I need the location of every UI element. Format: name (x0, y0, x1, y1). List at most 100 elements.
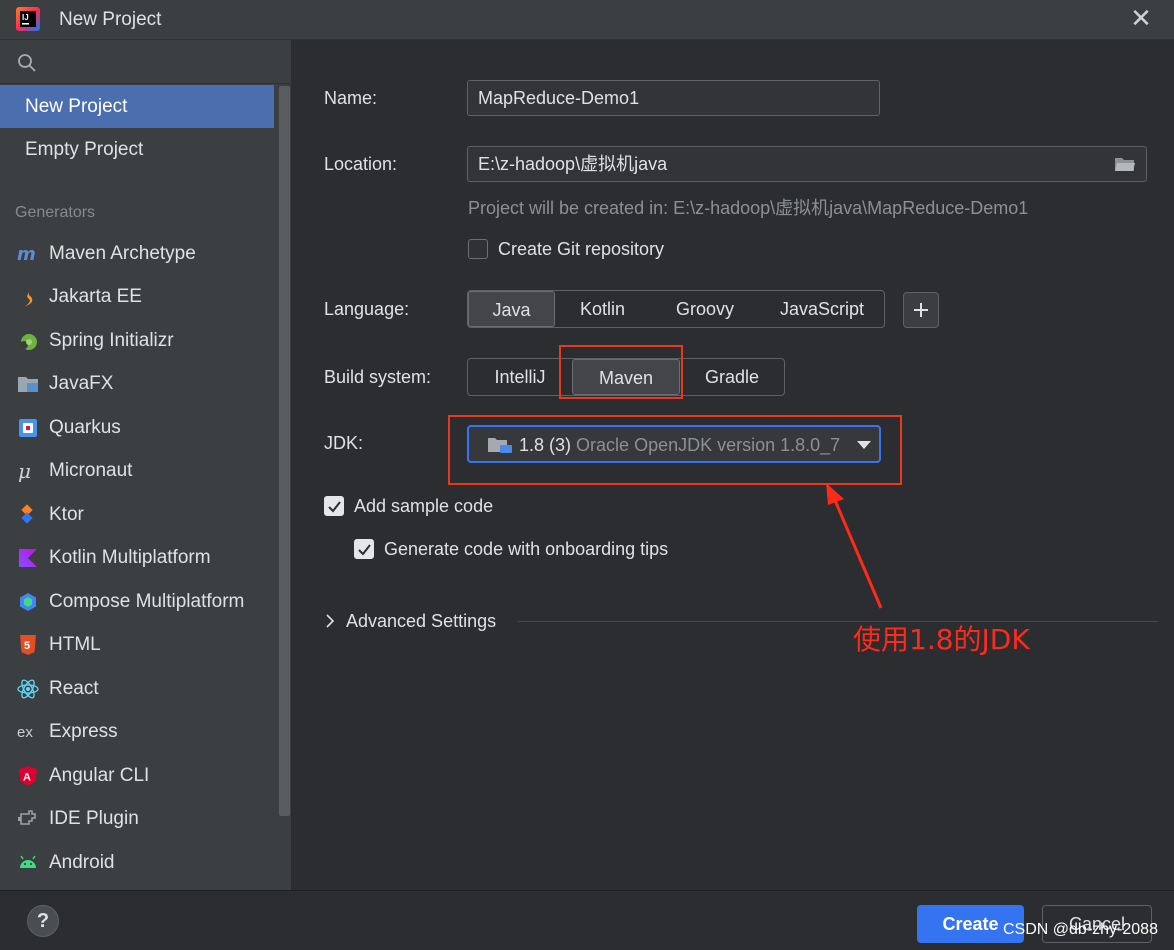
generator-ktor[interactable]: Ktor (0, 495, 274, 535)
jakarta-icon (25, 288, 33, 306)
language-label: Language: (324, 299, 410, 319)
advanced-divider (518, 621, 1158, 622)
location-label: Location: (324, 154, 398, 174)
generator-label: Kotlin Multiplatform (49, 547, 211, 568)
jdk-version: 1.8 (3) (519, 435, 572, 455)
advanced-settings-toggle[interactable]: Advanced Settings (346, 611, 496, 632)
svg-text:μ: μ (18, 460, 31, 482)
generator-angular-cli[interactable]: A Angular CLI (0, 756, 274, 796)
generator-label: Android (49, 852, 115, 873)
title-bar: IJ New Project ✕ (0, 0, 1174, 40)
generator-label: Compose Multiplatform (49, 591, 245, 612)
help-button[interactable]: ? (27, 905, 59, 937)
express-icon: ex (17, 724, 33, 741)
generators-heading: Generators (15, 204, 96, 221)
location-input[interactable]: E:\z-hadoop\虚拟机java (467, 146, 1147, 182)
add-language-button[interactable] (903, 292, 939, 328)
jdk-description: Oracle OpenJDK version 1.8.0_7 (576, 435, 841, 455)
ktor-icon (21, 504, 33, 524)
compose-icon (20, 593, 36, 611)
generator-label: Maven Archetype (49, 243, 196, 264)
location-hint: Project will be created in: E:\z-hadoop\… (468, 198, 1029, 218)
generator-spring-initializr[interactable]: Spring Initializr (0, 321, 274, 361)
generator-label: HTML (49, 634, 101, 655)
generator-express[interactable]: ex Express (0, 712, 274, 752)
maven-icon: m (17, 244, 36, 265)
generator-label: Ktor (49, 504, 84, 525)
generator-label: Quarkus (49, 417, 121, 438)
plus-icon (914, 303, 928, 317)
generator-label: Micronaut (49, 460, 133, 481)
micronaut-icon: μ (18, 460, 31, 482)
new-project-form: Name: MapReduce-Demo1 Location: E:\z-had… (293, 40, 1174, 890)
svg-text:m: m (17, 244, 36, 265)
chevron-right-icon[interactable] (325, 614, 335, 628)
jdk-selected-value: 1.8 (3) Oracle OpenJDK version 1.8.0_7 (519, 435, 849, 456)
kotlin-icon (19, 549, 37, 567)
generator-quarkus[interactable]: Quarkus (0, 408, 274, 448)
sidebar-item-new-project[interactable]: New Project (0, 85, 274, 128)
checkmark-icon (358, 544, 371, 556)
close-window-button[interactable]: ✕ (1128, 6, 1154, 32)
sidebar-search[interactable] (0, 40, 292, 84)
generator-label: Jakarta EE (49, 286, 142, 307)
language-option-javascript[interactable]: JavaScript (760, 291, 884, 327)
generator-html[interactable]: 5 HTML (0, 625, 274, 665)
plugin-icon (18, 810, 36, 825)
generator-label: React (49, 678, 99, 699)
maven-highlight-box (559, 345, 683, 399)
generator-label: Angular CLI (49, 765, 150, 786)
window-title: New Project (59, 9, 162, 30)
browse-folder-icon[interactable] (1114, 155, 1136, 173)
annotation-text: 使用1.8的JDK (853, 623, 1030, 656)
javafx-icon (18, 377, 38, 392)
add-sample-code-checkbox[interactable] (324, 496, 344, 516)
chevron-down-icon (857, 441, 871, 449)
generator-compose-multiplatform[interactable]: Compose Multiplatform (0, 582, 274, 622)
build-option-gradle[interactable]: Gradle (680, 359, 784, 395)
svg-text:IJ: IJ (22, 13, 29, 22)
watermark-text: CSDN @db-zhy-2088 (1003, 921, 1158, 938)
svg-text:ex: ex (17, 724, 33, 741)
project-type-sidebar: New Project Empty Project Generators m M… (0, 40, 292, 890)
build-option-intellij[interactable]: IntelliJ (468, 359, 572, 395)
onboarding-tips-checkbox[interactable] (354, 539, 374, 559)
onboarding-tips-label: Generate code with onboarding tips (384, 539, 669, 559)
generator-react[interactable]: React (0, 669, 274, 709)
spring-icon (20, 334, 37, 350)
quarkus-icon (19, 419, 37, 437)
create-git-checkbox[interactable] (468, 239, 488, 259)
dialog-footer: ? Create Cancel CSDN @db-zhy-2088 (0, 890, 1174, 950)
generator-jakarta-ee[interactable]: Jakarta EE (0, 277, 274, 317)
react-icon (17, 679, 39, 699)
generator-label: Express (49, 721, 118, 742)
language-option-kotlin[interactable]: Kotlin (555, 291, 650, 327)
generator-label: Spring Initializr (49, 330, 174, 351)
jdk-label: JDK: (324, 433, 364, 453)
name-input[interactable]: MapReduce-Demo1 (467, 80, 880, 116)
html5-icon: 5 (20, 635, 36, 655)
sidebar-item-empty-project[interactable]: Empty Project (0, 128, 274, 171)
jdk-dropdown[interactable]: 1.8 (3) Oracle OpenJDK version 1.8.0_7 (467, 425, 881, 463)
generator-javafx[interactable]: JavaFX (0, 364, 274, 404)
generator-label: IDE Plugin (49, 808, 139, 829)
build-system-label: Build system: (324, 367, 432, 387)
language-option-java[interactable]: Java (468, 291, 555, 327)
generator-maven-archetype[interactable]: m Maven Archetype (0, 234, 274, 274)
generator-micronaut[interactable]: μ Micronaut (0, 451, 274, 491)
svg-text:5: 5 (24, 640, 30, 652)
create-git-label: Create Git repository (498, 239, 665, 259)
generator-ide-plugin[interactable]: IDE Plugin (0, 799, 274, 839)
sidebar-scrollbar[interactable] (279, 86, 290, 816)
annotation-arrow-icon (826, 483, 883, 609)
location-value: E:\z-hadoop\虚拟机java (478, 154, 668, 174)
generator-kotlin-multiplatform[interactable]: Kotlin Multiplatform (0, 538, 274, 578)
name-label: Name: (324, 88, 378, 108)
language-option-groovy[interactable]: Groovy (650, 291, 760, 327)
generator-android[interactable]: Android (0, 843, 274, 883)
intellij-logo-icon: IJ (16, 7, 40, 31)
android-icon (20, 855, 36, 868)
search-icon (18, 54, 36, 72)
language-selector: Java Kotlin Groovy JavaScript (467, 290, 885, 328)
svg-text:A: A (23, 772, 31, 784)
